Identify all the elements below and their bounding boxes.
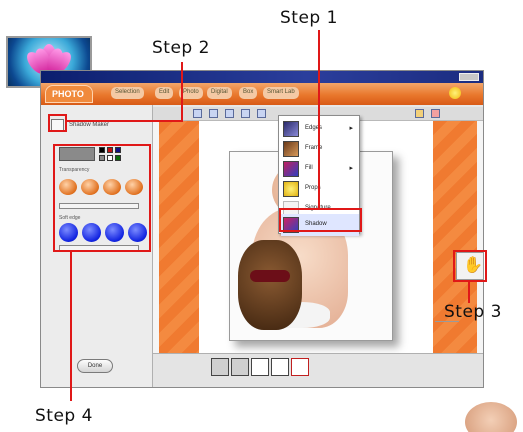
step-4-highlight bbox=[53, 144, 151, 252]
bottom-thumbnail-bar bbox=[153, 353, 483, 387]
props-icon bbox=[283, 181, 299, 197]
step-1-leader-line bbox=[318, 30, 320, 208]
brand-label: PHOTO bbox=[52, 89, 84, 99]
tab-box[interactable]: Box bbox=[239, 87, 258, 99]
title-bar bbox=[41, 71, 483, 83]
thumbnail[interactable] bbox=[291, 358, 309, 376]
menu-item-edges[interactable]: Edges ▸ bbox=[281, 118, 359, 140]
window-controls[interactable] bbox=[459, 73, 479, 81]
brand-tab: PHOTO bbox=[45, 85, 93, 103]
save-icon[interactable] bbox=[193, 109, 202, 118]
step-4-label: Step 4 bbox=[35, 406, 93, 426]
submenu-arrow-icon: ▸ bbox=[349, 165, 353, 172]
thumbnail[interactable] bbox=[271, 358, 289, 376]
menu-item-fill[interactable]: Fill ▸ bbox=[281, 158, 359, 180]
menu-item-frame[interactable]: Frame bbox=[281, 138, 359, 160]
submenu-arrow-icon: ▸ bbox=[349, 125, 353, 132]
thumbnail[interactable] bbox=[211, 358, 229, 376]
step-3-label: Step 3 bbox=[444, 302, 502, 322]
thumbnail[interactable] bbox=[251, 358, 269, 376]
frame-icon bbox=[283, 141, 299, 157]
fill-icon bbox=[283, 161, 299, 177]
rotate-icon[interactable] bbox=[225, 109, 234, 118]
tab-selection[interactable]: Selection bbox=[111, 87, 144, 99]
shadow-tool-label: Shadow Maker bbox=[69, 122, 110, 128]
redo-icon[interactable] bbox=[431, 109, 440, 118]
flip-icon[interactable] bbox=[257, 109, 266, 118]
menu-item-props[interactable]: Props bbox=[281, 178, 359, 200]
teddy-bear-image bbox=[238, 240, 302, 330]
tab-edit[interactable]: Edit bbox=[155, 87, 174, 99]
step-3-highlight bbox=[453, 250, 487, 282]
tab-digital[interactable]: Digital bbox=[207, 87, 232, 99]
step-2-label: Step 2 bbox=[152, 38, 210, 58]
thumbnail[interactable] bbox=[231, 358, 249, 376]
sun-icon[interactable] bbox=[449, 87, 461, 99]
edges-icon bbox=[283, 121, 299, 137]
step-1-highlight bbox=[279, 208, 362, 232]
step-2-leader-vertical bbox=[181, 62, 183, 122]
baby-photo-preview bbox=[465, 402, 517, 432]
done-button[interactable]: Done bbox=[77, 359, 113, 373]
menu-band: Selection Edit Photo Digital Box Smart L… bbox=[41, 83, 483, 105]
step-1-label: Step 1 bbox=[280, 8, 338, 28]
menu-item-label: Fill bbox=[305, 165, 313, 171]
step-2-leader-line bbox=[66, 120, 183, 122]
teddy-bow-image bbox=[250, 270, 290, 282]
step-2-highlight bbox=[48, 114, 67, 132]
resize-icon[interactable] bbox=[241, 109, 250, 118]
background-pattern-left bbox=[159, 121, 199, 353]
step-4-leader-line bbox=[70, 251, 72, 401]
crop-icon[interactable] bbox=[209, 109, 218, 118]
step-3-leader-line bbox=[468, 281, 470, 303]
tab-smart-lab[interactable]: Smart Lab bbox=[263, 87, 299, 99]
undo-icon[interactable] bbox=[415, 109, 424, 118]
